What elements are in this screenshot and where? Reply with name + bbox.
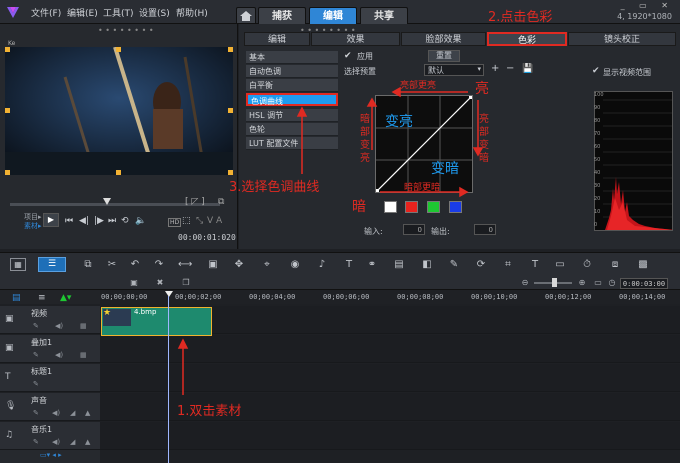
- annotation-arrows: [177, 86, 484, 395]
